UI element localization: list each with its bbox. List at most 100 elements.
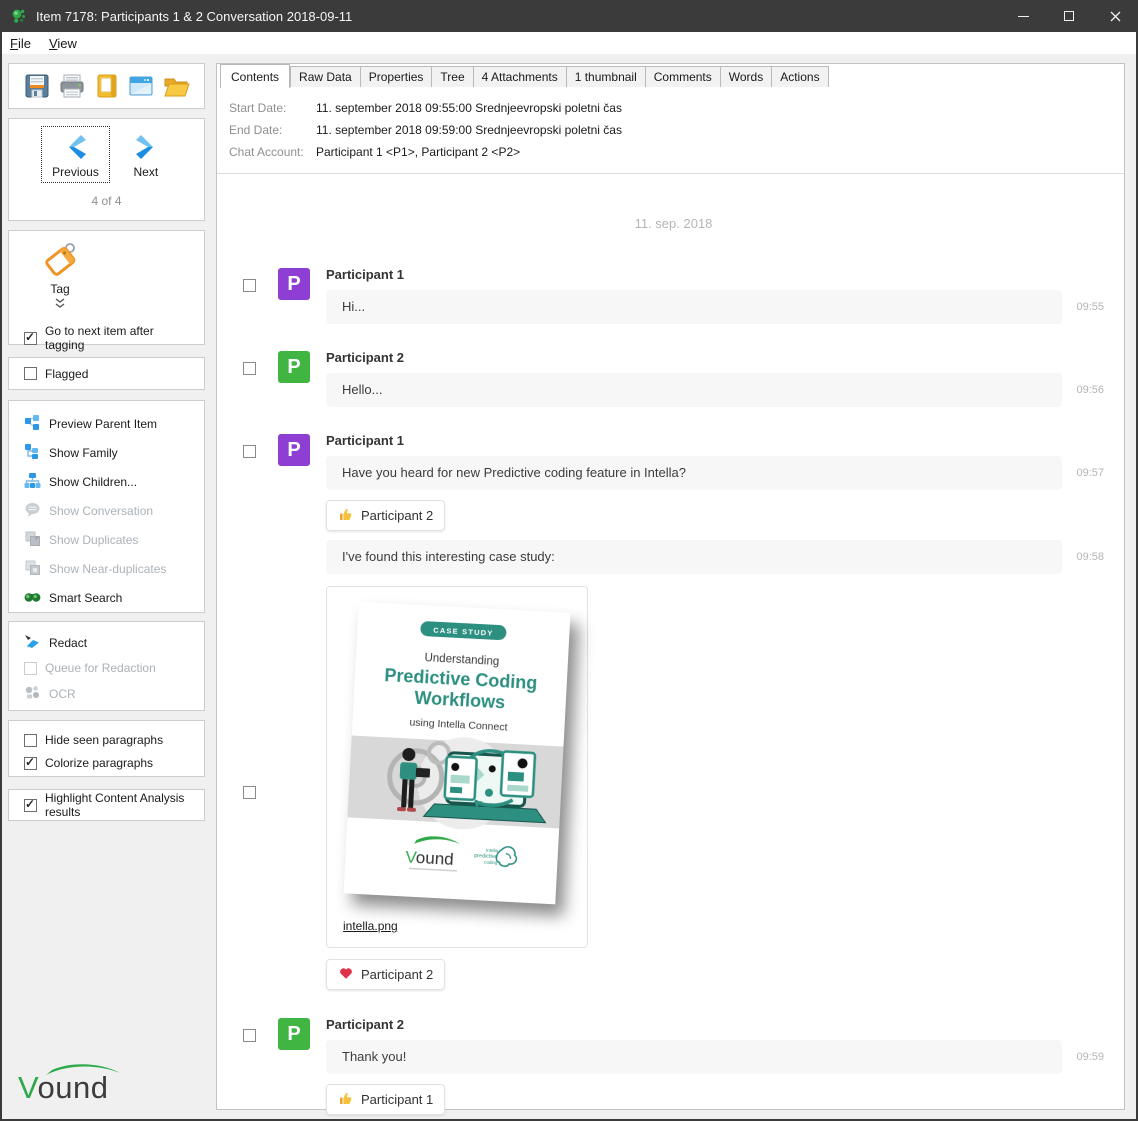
show-children-action[interactable]: Show Children... — [24, 467, 189, 496]
menu-view[interactable]: View — [49, 36, 77, 51]
previous-button[interactable]: Previous — [42, 127, 109, 182]
action-label: Preview Parent Item — [49, 417, 157, 431]
sender-name: Participant 2 — [326, 350, 1104, 365]
end-date-label: End Date: — [229, 119, 316, 141]
redact-label: Redact — [49, 636, 87, 650]
chat-account-label: Chat Account: — [229, 141, 316, 163]
queue-redaction-row: Queue for Redaction — [24, 661, 189, 675]
sender-name: Participant 1 — [326, 433, 1104, 448]
preview-window-icon[interactable] — [126, 71, 156, 101]
action-label: Smart Search — [49, 591, 122, 605]
reaction-chip[interactable]: Participant 2 — [326, 959, 445, 990]
tab-actions[interactable]: Actions — [771, 66, 828, 87]
item-position: 4 of 4 — [91, 194, 121, 208]
conversation-icon — [24, 501, 41, 521]
tag-icon — [41, 241, 79, 282]
intella-app-icon — [10, 7, 28, 25]
message-checkbox[interactable] — [243, 279, 256, 292]
attachment-card[interactable]: CASE STUDY Understanding Predictive Codi… — [326, 586, 588, 948]
end-date-row: End Date: 11. september 2018 09:59:00 Sr… — [229, 119, 1124, 141]
item-actions-panel: Preview Parent Item Show Family — [8, 400, 205, 613]
colorize-paragraphs-checkbox[interactable] — [24, 757, 37, 770]
ocr-label: OCR — [49, 687, 76, 701]
chat-account-value: Participant 1 <P1>, Participant 2 <P2> — [316, 141, 520, 163]
previous-label: Previous — [52, 165, 99, 179]
report-icon[interactable] — [92, 71, 122, 101]
flagged-checkbox[interactable] — [24, 367, 37, 380]
open-folder-icon[interactable] — [161, 71, 191, 101]
highlight-analysis-checkbox[interactable] — [24, 799, 37, 812]
ocr-action: OCR — [24, 679, 189, 708]
reaction-name: Participant 2 — [361, 508, 433, 523]
message-checkbox[interactable] — [243, 362, 256, 375]
redact-marker-icon — [24, 633, 41, 653]
tab-bar: Contents Raw Data Properties Tree 4 Atta… — [217, 64, 1124, 87]
maximize-button[interactable] — [1046, 0, 1092, 32]
message-checkbox[interactable] — [243, 1029, 256, 1042]
tab-properties[interactable]: Properties — [360, 66, 432, 87]
toolbar — [8, 63, 205, 109]
attachment-filename-link[interactable]: intella.png — [343, 919, 398, 933]
hide-seen-paragraphs-label: Hide seen paragraphs — [45, 733, 163, 747]
chat-account-row: Chat Account: Participant 1 <P1>, Partic… — [229, 141, 1124, 163]
preview-parent-item-action[interactable]: Preview Parent Item — [24, 409, 189, 438]
tab-attachments[interactable]: 4 Attachments — [473, 66, 566, 87]
message-group: P Participant 2 Thank you! 09:59 — [243, 1017, 1104, 1121]
chevron-double-down-icon — [54, 298, 66, 312]
action-label: Show Duplicates — [49, 533, 138, 547]
show-duplicates-action: Show Duplicates — [24, 525, 189, 554]
highlight-analysis-row: Highlight Content Analysis results — [24, 791, 189, 819]
tab-thumbnail[interactable]: 1 thumbnail — [566, 66, 645, 87]
body-area: Previous Next 4 of 4 — [2, 54, 1136, 1119]
smart-search-action[interactable]: Smart Search — [24, 583, 189, 612]
message-checkbox[interactable] — [243, 786, 256, 799]
tab-contents[interactable]: Contents — [220, 64, 290, 88]
hide-seen-paragraphs-checkbox[interactable] — [24, 734, 37, 747]
reaction-chip[interactable]: Participant 1 — [326, 1084, 445, 1115]
date-separator: 11. sep. 2018 — [243, 216, 1104, 231]
avatar: P — [278, 1018, 310, 1050]
message-bubble: Hello... — [326, 373, 1062, 407]
avatar: P — [278, 351, 310, 383]
window-controls — [1000, 0, 1138, 32]
tag-button[interactable]: Tag — [32, 241, 88, 312]
tab-tree[interactable]: Tree — [431, 66, 472, 87]
minimize-button[interactable] — [1000, 0, 1046, 32]
go-next-after-tagging-checkbox[interactable] — [24, 332, 37, 345]
reaction-chip[interactable]: Participant 2 — [326, 500, 445, 531]
heart-icon — [338, 965, 354, 984]
start-date-label: Start Date: — [229, 97, 316, 119]
message-bubble: Hi... — [326, 290, 1062, 324]
parent-item-icon — [24, 414, 41, 434]
go-next-after-tagging-row: Go to next item after tagging — [24, 324, 189, 352]
message-time: 09:59 — [1062, 1051, 1104, 1063]
redact-action[interactable]: Redact — [24, 628, 189, 657]
message-bubble: Have you heard for new Predictive coding… — [326, 456, 1062, 490]
message-group: P Participant 2 Hello... 09:56 — [243, 350, 1104, 407]
save-icon[interactable] — [22, 71, 52, 101]
attachment-message: CASE STUDY Understanding Predictive Codi… — [243, 586, 1104, 999]
message-time: 09:58 — [1062, 551, 1104, 563]
close-button[interactable] — [1092, 0, 1138, 32]
window-title: Item 7178: Participants 1 & 2 Conversati… — [36, 9, 352, 24]
print-icon[interactable] — [57, 71, 87, 101]
sender-name: Participant 2 — [326, 1017, 1104, 1032]
titlebar: Item 7178: Participants 1 & 2 Conversati… — [0, 0, 1138, 32]
tab-words[interactable]: Words — [720, 66, 771, 87]
redaction-panel: Redact Queue for Redaction — [8, 621, 205, 711]
attachment-image: CASE STUDY Understanding Predictive Codi… — [344, 602, 571, 905]
tab-raw-data[interactable]: Raw Data — [290, 66, 360, 87]
show-family-action[interactable]: Show Family — [24, 438, 189, 467]
end-date-value: 11. september 2018 09:59:00 Srednjeevrop… — [316, 119, 622, 141]
tag-panel: Tag Go to next item after tagging — [8, 230, 205, 345]
tag-label: Tag — [50, 282, 69, 296]
highlight-analysis-label: Highlight Content Analysis results — [45, 791, 189, 819]
menu-file[interactable]: File — [10, 36, 31, 51]
message-checkbox[interactable] — [243, 445, 256, 458]
duplicates-icon — [24, 530, 41, 550]
avatar: P — [278, 434, 310, 466]
svg-text:Vound: Vound — [405, 847, 454, 868]
next-button[interactable]: Next — [121, 127, 171, 182]
tab-comments[interactable]: Comments — [645, 66, 720, 87]
message-time: 09:56 — [1062, 384, 1104, 396]
